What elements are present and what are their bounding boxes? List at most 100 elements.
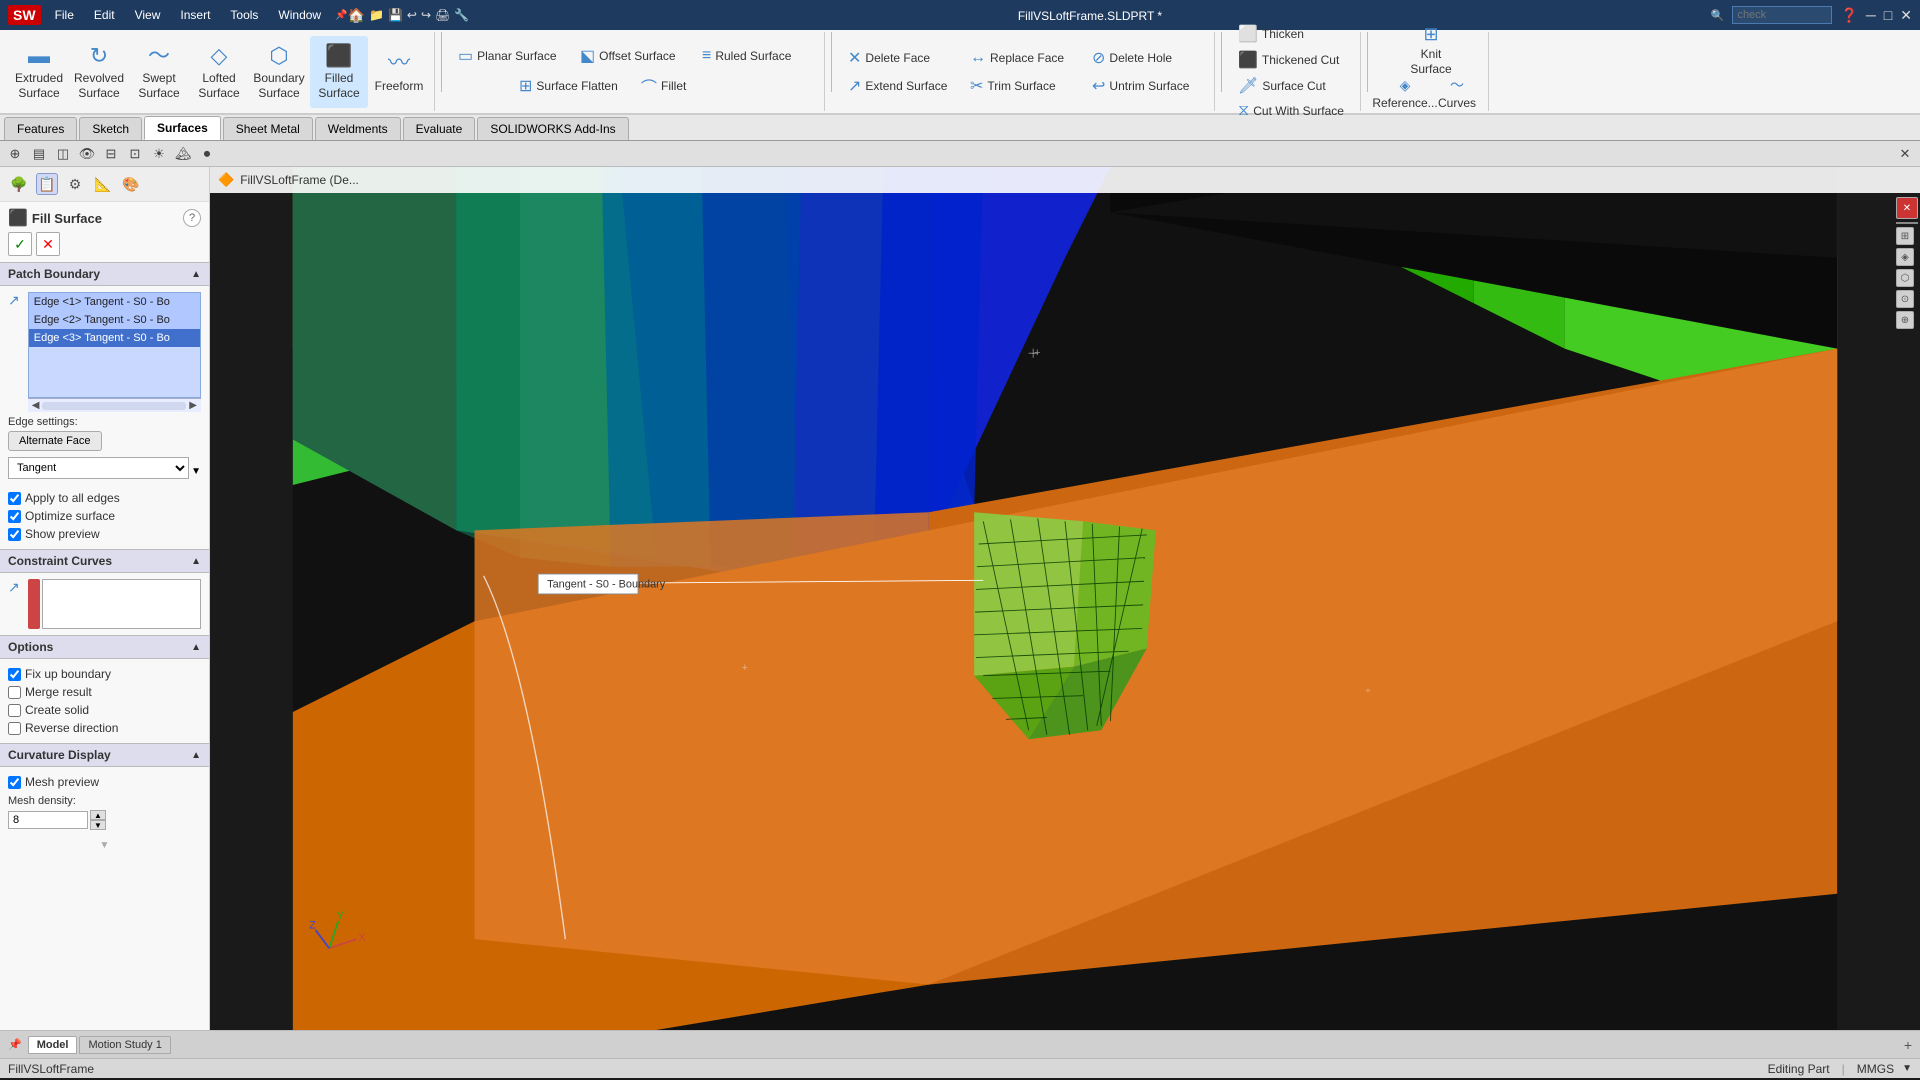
units-dropdown-arrow[interactable]: ▼ <box>1902 1063 1912 1074</box>
optimize-surface-checkbox[interactable] <box>8 510 21 523</box>
close-btn[interactable]: ✕ <box>1900 7 1912 24</box>
maximize-btn[interactable]: □ <box>1884 7 1892 23</box>
reference-btn[interactable]: ◈ Reference... <box>1380 74 1430 113</box>
menu-pin[interactable]: 📌 <box>335 10 347 21</box>
spinner-down-btn[interactable]: ▼ <box>90 820 106 830</box>
vr-btn1[interactable]: ⊞ <box>1896 227 1914 245</box>
view-align-btn[interactable]: ⊡ <box>124 144 146 164</box>
thickened-cut-btn[interactable]: ⬛ Thickened Cut <box>1234 48 1354 72</box>
search-input[interactable] <box>1732 6 1832 24</box>
extruded-surface-btn[interactable]: ▬ Extruded Surface <box>10 36 68 108</box>
delete-hole-btn[interactable]: ⊘ Delete Hole <box>1088 46 1208 70</box>
delete-face-btn[interactable]: ✕ Delete Face <box>844 46 964 70</box>
filled-surface-btn[interactable]: ⬛ Filled Surface <box>310 36 368 108</box>
merge-result-checkbox[interactable] <box>8 686 21 699</box>
patch-boundary-sel-icon[interactable]: ↗ <box>8 292 20 309</box>
thicken-btn[interactable]: ⬜ Thicken <box>1234 22 1354 46</box>
lofted-surface-btn[interactable]: ◇ Lofted Surface <box>190 36 248 108</box>
config-manager-btn[interactable]: ⚙ <box>64 173 86 195</box>
view-scene-btn[interactable]: 🏔 <box>172 144 194 164</box>
knit-surface-btn[interactable]: ⊞ Knit Surface <box>1402 30 1460 70</box>
patch-boundary-listbox[interactable]: Edge <1> Tangent - S0 - Bo Edge <2> Tang… <box>28 292 201 398</box>
constraint-sel-icon[interactable]: ↗ <box>8 579 20 629</box>
view-front-btn[interactable]: ▤ <box>28 144 50 164</box>
options-header[interactable]: Options ▲ <box>0 635 209 659</box>
redo-btn[interactable]: ↪ <box>421 8 431 22</box>
view-orientation-btn[interactable]: ⊕ <box>4 144 26 164</box>
surface-flatten-btn[interactable]: ⊞ Surface Flatten <box>515 72 635 100</box>
edge1-item[interactable]: Edge <1> Tangent - S0 - Bo <box>29 293 200 311</box>
view-light-btn[interactable]: ☀ <box>148 144 170 164</box>
motion-study-tab[interactable]: Motion Study 1 <box>79 1036 170 1054</box>
revolved-surface-btn[interactable]: ↻ Revolved Surface <box>70 36 128 108</box>
menu-edit[interactable]: Edit <box>88 6 121 24</box>
vr-btn3[interactable]: ⬡ <box>1896 269 1914 287</box>
ruled-surface-btn[interactable]: ≡ Ruled Surface <box>698 44 818 68</box>
quick-save[interactable]: 💾 <box>388 8 403 22</box>
scene-3d-canvas[interactable]: Tangent - S0 - Boundary + + + X Y Z <box>210 167 1920 1030</box>
display-manager-btn[interactable]: 🎨 <box>120 173 142 195</box>
view-hide-show-btn[interactable]: 👁 <box>76 144 98 164</box>
create-solid-checkbox[interactable] <box>8 704 21 717</box>
curvature-display-header[interactable]: Curvature Display ▲ <box>0 743 209 767</box>
menu-view[interactable]: View <box>129 6 167 24</box>
tab-features[interactable]: Features <box>4 117 77 140</box>
edge3-item[interactable]: Edge <3> Tangent - S0 - Bo <box>29 329 200 347</box>
constraint-listbox[interactable] <box>42 579 201 629</box>
menu-window[interactable]: Window <box>272 6 327 24</box>
boundary-surface-btn[interactable]: ⬡ Boundary Surface <box>250 36 308 108</box>
view-close-btn[interactable]: ✕ <box>1894 144 1916 164</box>
constraint-curves-header[interactable]: Constraint Curves ▲ <box>0 549 209 573</box>
tab-evaluate[interactable]: Evaluate <box>403 117 476 140</box>
rebuild-btn[interactable]: 🔧 <box>454 8 469 22</box>
bottom-pin-icon[interactable]: 📌 <box>8 1038 22 1051</box>
alternate-face-button[interactable]: Alternate Face <box>8 431 102 451</box>
tab-sketch[interactable]: Sketch <box>79 117 142 140</box>
vr-btn2[interactable]: ◈ <box>1896 248 1914 266</box>
cancel-button[interactable]: ✕ <box>36 232 60 256</box>
ok-button[interactable]: ✓ <box>8 232 32 256</box>
scroll-track[interactable] <box>42 402 186 410</box>
panel-help-btn[interactable]: ? <box>183 209 201 227</box>
untrim-surface-btn[interactable]: ↩ Untrim Surface <box>1088 74 1208 98</box>
tangent-dropdown[interactable]: Contact Tangent Curvature <box>8 457 189 479</box>
vr-btn5[interactable]: ⊕ <box>1896 311 1914 329</box>
help-icon[interactable]: ❓ <box>1840 7 1857 24</box>
view-record-btn[interactable]: ⏺ <box>196 144 218 164</box>
add-motion-study-btn[interactable]: + <box>1904 1037 1912 1053</box>
menu-file[interactable]: File <box>49 6 80 24</box>
menu-insert[interactable]: Insert <box>174 6 216 24</box>
freeform-btn[interactable]: 〰 Freeform <box>370 36 428 108</box>
offset-surface-btn[interactable]: ⬕ Offset Surface <box>576 44 696 68</box>
apply-all-edges-checkbox[interactable] <box>8 492 21 505</box>
tab-sheet-metal[interactable]: Sheet Metal <box>223 117 313 140</box>
view-display-mode-btn[interactable]: ◫ <box>52 144 74 164</box>
quick-open[interactable]: 📁 <box>369 8 384 22</box>
spinner-up-btn[interactable]: ▲ <box>90 810 106 820</box>
scroll-left-arrow[interactable]: ◀ <box>32 400 40 411</box>
tab-surfaces[interactable]: Surfaces <box>144 116 221 140</box>
minimize-btn[interactable]: ─ <box>1866 7 1876 23</box>
mesh-density-input[interactable] <box>8 811 88 829</box>
planar-surface-btn[interactable]: ▭ Planar Surface <box>454 44 574 68</box>
reverse-direction-checkbox[interactable] <box>8 722 21 735</box>
show-preview-checkbox[interactable] <box>8 528 21 541</box>
scroll-right-arrow[interactable]: ▶ <box>189 400 197 411</box>
quick-new[interactable]: 🏠 <box>348 7 365 24</box>
patch-boundary-header[interactable]: Patch Boundary ▲ <box>0 262 209 286</box>
view-cube-btn[interactable]: ✕ <box>1896 197 1918 219</box>
feature-manager-btn[interactable]: 🌳 <box>8 173 30 195</box>
mesh-preview-checkbox[interactable] <box>8 776 21 789</box>
model-tab[interactable]: Model <box>28 1036 78 1054</box>
menu-tools[interactable]: Tools <box>224 6 264 24</box>
fillet-btn[interactable]: ⌒ Fillet <box>637 72 757 100</box>
extend-surface-btn[interactable]: ↗ Extend Surface <box>844 74 964 98</box>
property-manager-btn[interactable]: 📋 <box>36 173 58 195</box>
edge2-item[interactable]: Edge <2> Tangent - S0 - Bo <box>29 311 200 329</box>
cut-with-surface-btn[interactable]: ⧖ Cut With Surface <box>1234 100 1354 122</box>
tab-weldments[interactable]: Weldments <box>315 117 401 140</box>
listbox-scrollbar[interactable]: ◀ ▶ <box>28 398 201 412</box>
dim-xpert-btn[interactable]: 📐 <box>92 173 114 195</box>
fix-up-boundary-checkbox[interactable] <box>8 668 21 681</box>
view-section-btn[interactable]: ⊟ <box>100 144 122 164</box>
